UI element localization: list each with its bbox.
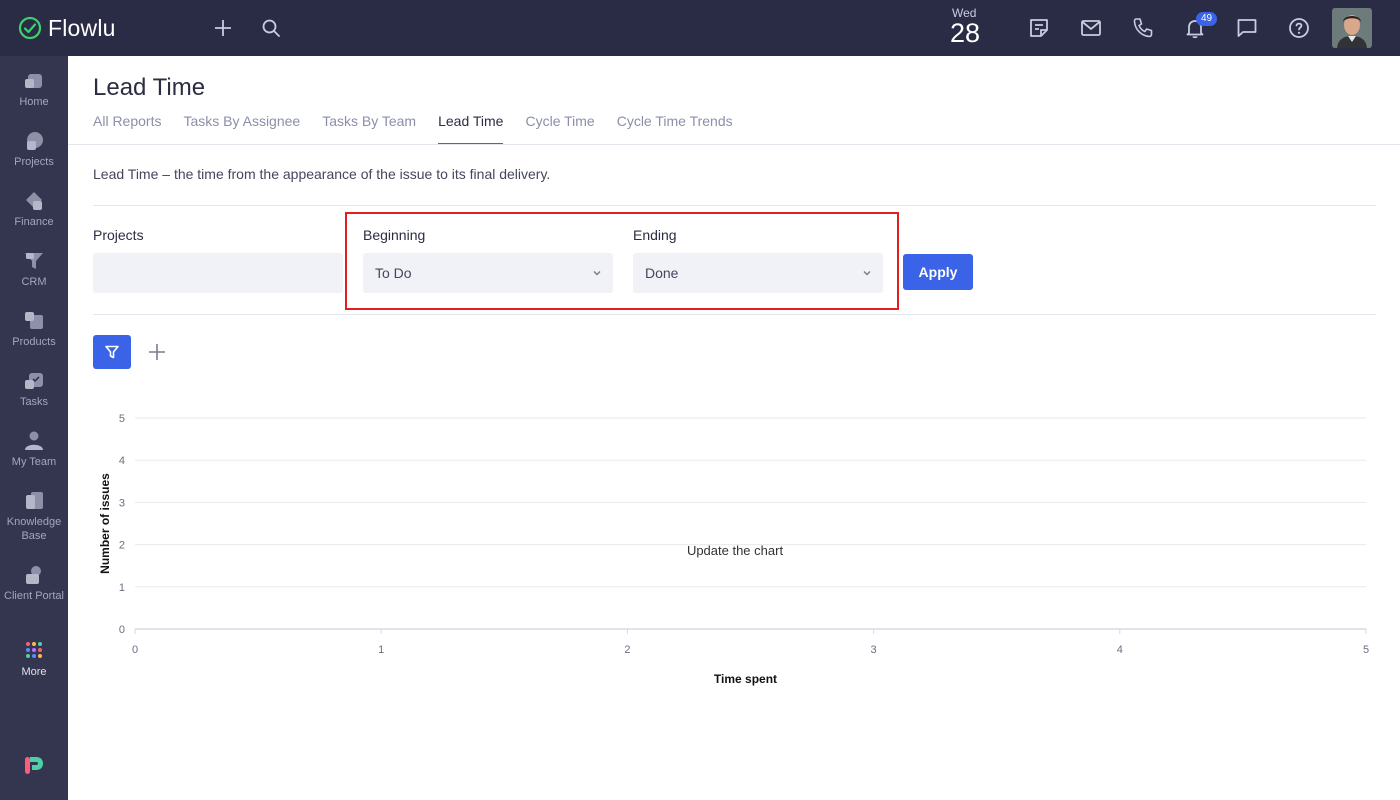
mail-button[interactable]: [1077, 14, 1105, 42]
highlight-box: [345, 212, 899, 310]
sidebar-item-my-team[interactable]: My Team: [0, 430, 68, 469]
report-tabs: All Reports Tasks By Assignee Tasks By T…: [93, 112, 755, 145]
apply-button[interactable]: Apply: [903, 254, 973, 290]
divider: [93, 205, 1376, 206]
date-number: 28: [950, 18, 981, 48]
page-title: Lead Time: [93, 74, 206, 101]
tab-tasks-by-assignee[interactable]: Tasks By Assignee: [183, 112, 300, 145]
sidebar-item-client-portal[interactable]: Client Portal: [0, 564, 68, 603]
notification-count-badge: 49: [1196, 12, 1218, 26]
x-tick-label: 0: [132, 644, 138, 656]
user-photo-icon: [1332, 8, 1372, 48]
user-avatar[interactable]: [1332, 8, 1372, 48]
projects-input[interactable]: [93, 253, 343, 293]
sidebar-item-finance[interactable]: Finance: [0, 190, 68, 229]
sidebar: Home Projects Finance CRM Products Tasks…: [0, 56, 68, 800]
brand-mark[interactable]: [0, 754, 68, 776]
chat-button[interactable]: [1233, 14, 1261, 42]
search-button[interactable]: [257, 14, 285, 42]
sidebar-item-label: Knowledge Base: [6, 516, 62, 542]
app-logo[interactable]: Flowlu: [18, 14, 116, 42]
grid-lines: [135, 417, 1366, 588]
crm-icon: [25, 253, 43, 269]
projects-label: Projects: [93, 227, 144, 243]
finance-icon: [26, 192, 42, 210]
check-circle-icon: [18, 16, 42, 40]
y-tick-label: 5: [119, 413, 125, 425]
plus-icon: [215, 20, 231, 36]
tab-all-reports[interactable]: All Reports: [93, 112, 161, 145]
y-tick-label: 1: [119, 582, 125, 594]
phone-button[interactable]: [1129, 14, 1157, 42]
y-axis-ticks: 0 1 2 3 4 5: [119, 413, 125, 636]
x-tick-label: 4: [1117, 644, 1123, 656]
sidebar-item-more[interactable]: More: [0, 640, 68, 679]
x-axis-label: Time spent: [714, 672, 777, 686]
chat-icon: [1237, 19, 1257, 37]
calendar-date[interactable]: Wed 28: [948, 4, 992, 52]
client-portal-icon: [26, 566, 41, 584]
plus-icon: [149, 344, 165, 360]
chart-annotation: Update the chart: [687, 543, 784, 558]
sidebar-item-tasks[interactable]: Tasks: [0, 370, 68, 409]
sidebar-item-knowledge-base[interactable]: Knowledge Base: [0, 490, 68, 543]
x-tick-label: 5: [1363, 644, 1369, 656]
y-tick-label: 0: [119, 624, 125, 636]
sidebar-item-label: Client Portal: [4, 590, 64, 602]
tasks-icon: [25, 373, 43, 389]
sidebar-item-products[interactable]: Products: [0, 310, 68, 349]
sidebar-item-label: Finance: [14, 216, 54, 228]
tab-cycle-time-trends[interactable]: Cycle Time Trends: [617, 112, 733, 145]
app-name: Flowlu: [48, 14, 116, 41]
header-divider: [68, 144, 1400, 145]
x-tick-label: 2: [624, 644, 630, 656]
sidebar-item-label: Products: [12, 336, 56, 348]
y-tick-label: 2: [119, 540, 125, 552]
lead-time-chart: 0 1 2 3 4 5 0 1 2 3 4 5 Update the chart Number of…: [98, 413, 1369, 686]
sidebar-item-label: Projects: [14, 156, 54, 168]
tab-cycle-time[interactable]: Cycle Time: [525, 112, 594, 145]
x-tick-label: 1: [378, 644, 384, 656]
sidebar-item-crm[interactable]: CRM: [0, 250, 68, 289]
x-tick-label: 3: [871, 644, 877, 656]
create-button[interactable]: [209, 14, 237, 42]
x-axis-ticks: 0 1 2 3 4 5: [132, 629, 1369, 656]
brand-logo-icon: [25, 757, 43, 774]
sidebar-item-label: Tasks: [19, 396, 49, 408]
filter-button[interactable]: [93, 335, 131, 369]
filter-icon: [105, 345, 119, 359]
tab-tasks-by-team[interactable]: Tasks By Team: [322, 112, 416, 145]
sidebar-item-home[interactable]: Home: [0, 70, 68, 109]
sidebar-item-label: My Team: [11, 456, 57, 468]
sidebar-item-label: Home: [19, 96, 49, 108]
help-button[interactable]: [1285, 14, 1313, 42]
products-icon: [25, 312, 43, 329]
y-tick-label: 4: [119, 455, 125, 467]
notes-button[interactable]: [1025, 14, 1053, 42]
team-icon: [25, 431, 43, 450]
top-bar: Flowlu Wed 28 49: [0, 0, 1400, 56]
help-icon: [1289, 18, 1309, 38]
projects-icon: [27, 132, 43, 150]
divider: [93, 314, 1376, 315]
sidebar-item-projects[interactable]: Projects: [0, 130, 68, 169]
mail-icon: [1081, 20, 1101, 36]
sidebar-item-label: More: [21, 666, 47, 678]
sidebar-item-label: CRM: [21, 276, 47, 288]
y-axis-label: Number of issues: [98, 473, 112, 574]
tab-lead-time[interactable]: Lead Time: [438, 112, 504, 145]
knowledge-base-icon: [26, 492, 43, 509]
home-icon: [25, 74, 42, 88]
search-icon: [262, 19, 280, 37]
notes-icon: [1030, 19, 1048, 37]
report-description: Lead Time – the time from the appearance…: [93, 166, 551, 182]
phone-icon: [1133, 18, 1153, 38]
add-filter-button[interactable]: [146, 341, 168, 363]
y-tick-label: 3: [119, 497, 125, 509]
grid-dots-icon: [26, 642, 42, 658]
